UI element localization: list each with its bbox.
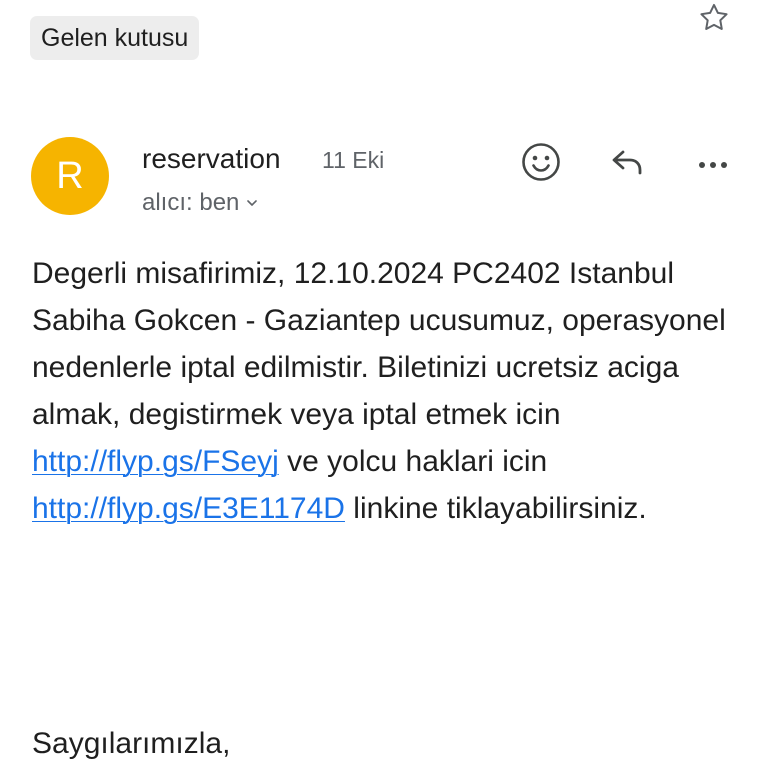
- body-text-2: ve yolcu haklari icin: [278, 445, 548, 478]
- message-body-paragraph: Degerli misafirimiz, 12.10.2024 PC2402 I…: [32, 250, 737, 532]
- star-button[interactable]: [694, 0, 734, 36]
- add-reaction-button[interactable]: [516, 137, 566, 187]
- sign-off: Saygılarımızla,: [32, 727, 231, 760]
- body-text-1: Degerli misafirimiz, 12.10.2024 PC2402 I…: [32, 257, 726, 431]
- message-body: Degerli misafirimiz, 12.10.2024 PC2402 I…: [32, 250, 737, 532]
- smiley-icon: [522, 143, 560, 181]
- star-outline-icon: [700, 3, 728, 30]
- passenger-rights-link[interactable]: http://flyp.gs/E3E1174D: [32, 492, 345, 525]
- more-options-button[interactable]: [688, 137, 738, 187]
- reply-button[interactable]: [602, 137, 652, 187]
- chevron-down-icon: [247, 200, 258, 206]
- body-text-3: linkine tiklayabilirsiniz.: [344, 492, 647, 525]
- recipient-label: alıcı: ben: [142, 189, 240, 216]
- rebooking-link[interactable]: http://flyp.gs/FSeyj: [32, 445, 279, 478]
- recipient-details-toggle[interactable]: alıcı: ben: [142, 186, 259, 220]
- sender-name[interactable]: reservation: [142, 140, 281, 178]
- avatar[interactable]: R: [31, 137, 109, 215]
- message-date: 11 Eki: [322, 147, 385, 173]
- reply-icon: [612, 150, 642, 175]
- label-chip-inbox[interactable]: Gelen kutusu: [30, 16, 200, 60]
- more-horizontal-icon: [699, 162, 727, 168]
